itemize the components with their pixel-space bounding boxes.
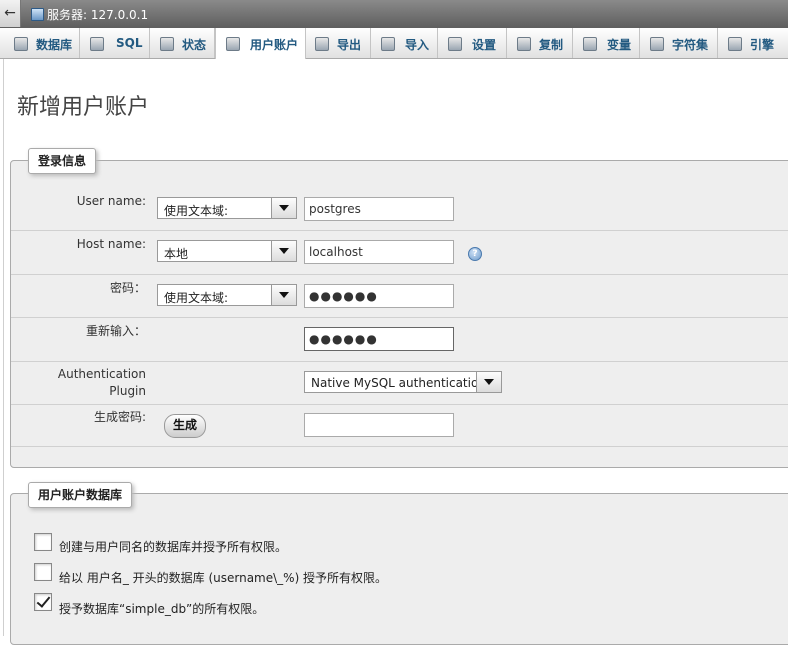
username-mode-select[interactable]: 使用文本域:	[157, 197, 297, 219]
chevron-down-icon	[271, 198, 296, 218]
wildcard-db-checkbox[interactable]	[34, 563, 52, 581]
retype-row: 重新输入： ●●●●●●	[11, 318, 788, 362]
username-row: User name: 使用文本域: postgres	[11, 186, 788, 231]
hostname-row: Host name: 本地 localhost ?	[11, 231, 788, 275]
chevron-down-icon	[476, 372, 501, 392]
export-icon	[315, 37, 329, 51]
password-label: 密码：	[109, 281, 146, 295]
create-db-label: 创建与用户同名的数据库并授予所有权限。	[59, 540, 288, 554]
hostname-label: Host name:	[76, 237, 146, 251]
tab-variables[interactable]: 变量	[573, 28, 640, 58]
arrow-left-icon: ←	[4, 5, 16, 21]
main-tab-bar: 数据库 SQL 状态 用户账户 导出 导入 设置 复制 变量 字符集 引擎	[0, 28, 788, 59]
main-content: 新增用户账户 登录信息 User name: 使用文本域: postgres H…	[3, 59, 788, 645]
tab-user-accounts[interactable]: 用户账户	[215, 28, 306, 59]
server-icon	[31, 8, 44, 21]
import-icon	[381, 37, 395, 51]
chevron-down-icon	[271, 241, 296, 261]
help-icon[interactable]: ?	[468, 247, 482, 261]
username-label: User name:	[76, 194, 146, 208]
chevron-down-icon	[271, 285, 296, 305]
hostname-input[interactable]: localhost	[304, 240, 454, 264]
user-database-legend: 用户账户数据库	[28, 482, 133, 508]
sql-icon	[90, 37, 104, 51]
tab-status[interactable]: 状态	[150, 28, 215, 58]
password-input[interactable]: ●●●●●●	[304, 284, 454, 308]
tab-engines[interactable]: 引擎	[718, 28, 788, 58]
retype-label: 重新输入：	[85, 324, 146, 338]
server-bar: ← 服务器: 127.0.0.1	[0, 0, 788, 29]
auth-plugin-select[interactable]: Native MySQL authentication	[304, 371, 502, 393]
tab-export[interactable]: 导出	[305, 28, 371, 58]
users-icon	[226, 37, 240, 51]
password-row: 密码： 使用文本域: ●●●●●●	[11, 275, 788, 318]
generate-password-row: 生成密码: 生成	[11, 405, 788, 447]
page-title: 新增用户账户	[17, 95, 150, 120]
generate-password-button[interactable]: 生成	[164, 414, 207, 438]
charset-icon	[650, 37, 664, 51]
auth-plugin-row: Authentication Plugin Native MySQL authe…	[11, 362, 788, 405]
login-info-legend: 登录信息	[28, 148, 97, 174]
tab-replication[interactable]: 复制	[507, 28, 573, 58]
replication-icon	[517, 37, 531, 51]
password-mode-select[interactable]: 使用文本域:	[157, 284, 297, 306]
tab-charsets[interactable]: 字符集	[640, 28, 718, 58]
auth-plugin-label: Authentication Plugin	[57, 367, 146, 398]
username-input[interactable]: postgres	[304, 197, 454, 221]
tab-settings[interactable]: 设置	[438, 28, 507, 58]
wildcard-db-label: 给以 用户名_ 开头的数据库 (username\_%) 授予所有权限。	[59, 571, 388, 585]
retype-password-input[interactable]: ●●●●●●	[304, 327, 454, 351]
grant-db-label: 授予数据库“simple_db”的所有权限。	[59, 602, 265, 616]
tab-databases[interactable]: 数据库	[4, 28, 80, 58]
server-title[interactable]: 服务器: 127.0.0.1	[47, 6, 148, 23]
create-db-checkbox[interactable]	[34, 533, 52, 551]
engine-icon	[728, 37, 742, 51]
generate-password-label: 生成密码:	[93, 410, 146, 424]
variables-icon	[583, 37, 597, 51]
generated-password-input[interactable]	[304, 413, 454, 437]
settings-icon	[448, 37, 462, 51]
database-icon	[14, 37, 28, 51]
tab-sql[interactable]: SQL	[80, 28, 150, 58]
host-mode-select[interactable]: 本地	[157, 240, 297, 262]
tab-import[interactable]: 导入	[371, 28, 438, 58]
grant-db-checkbox[interactable]	[34, 593, 52, 611]
status-icon	[160, 37, 174, 51]
back-button[interactable]: ←	[0, 0, 21, 27]
